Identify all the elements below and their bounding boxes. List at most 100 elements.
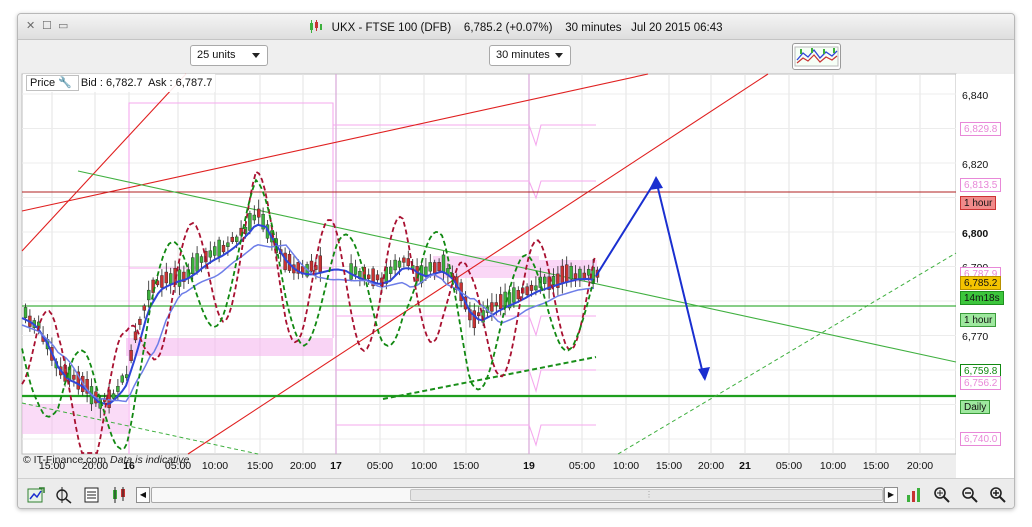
candle-body [234,236,239,242]
chart-type-icon[interactable] [82,485,102,505]
chart-window: ✕ ☐ ▭ UKX - FTSE 100 (DFB) 6,785.2 (+0.0… [17,13,1015,509]
candle-body [195,253,199,272]
interval-select[interactable]: 30 minutes [489,45,571,66]
price-axis-tick: 6,770 [962,331,989,343]
time-scrollbar[interactable]: ⋮ [151,487,884,503]
candle-body [424,266,428,276]
candle-body [177,269,182,287]
units-select[interactable]: 25 units [190,45,268,66]
candle-body [107,389,111,408]
scroll-left-icon: ◀ [139,490,147,499]
bottom-toolbar: ◀ ⋮ ▶ [18,478,1014,508]
candle-body [230,236,235,242]
candle-body [349,263,353,280]
candle-body [138,318,142,325]
cursor-settings-icon[interactable] [54,485,74,505]
drawing-tools-icon[interactable] [26,485,46,505]
candle-body [252,214,257,221]
scroll-grip-icon: ⋮ [645,490,653,499]
candle-body [573,273,578,279]
scroll-right-button[interactable]: ▶ [884,487,898,503]
chevron-down-icon [252,53,260,58]
time-axis-label: 20:00 [906,460,934,472]
candle-body [226,242,230,247]
candle-body [217,239,221,257]
candle-body [142,305,147,311]
time-axis-label: 05:00 [775,460,803,472]
time-axis-label: 05:00 [568,460,596,472]
price-info: Price 🔧 Bid : 6,782.7 Ask : 6,787.7 [23,74,216,92]
candle-body [499,294,503,310]
candle-body [389,266,393,274]
scroll-right-icon: ▶ [887,490,895,499]
price-axis-tick: 6,800 [962,228,989,240]
candle-body [582,272,586,279]
chart-settings-icon[interactable] [904,485,924,505]
wrench-icon: 🔧 [58,77,72,89]
candle-body [565,264,569,283]
time-axis-label: 10:00 [201,460,229,472]
chart-canvas[interactable] [18,73,1015,478]
candle-body [516,290,520,300]
candle-body [406,258,410,266]
candle-body [256,208,261,218]
price-axis-tag: 14m18s [960,290,1004,305]
candle-body [512,287,516,303]
zoom-out-icon[interactable] [960,485,980,505]
time-axis-label: 19 [523,460,535,472]
price-axis-tag: 6,813.5 [960,178,1002,193]
price-axis-tick: 6,840 [962,90,989,102]
time-axis-label: 20:00 [697,460,725,472]
time-axis-label: 05:00 [164,460,192,472]
candle-body [397,260,402,268]
chevron-down-icon [555,53,563,58]
title-bar: ✕ ☐ ▭ UKX - FTSE 100 (DFB) 6,785.2 (+0.0… [18,14,1014,40]
candle-body [248,213,252,231]
price-axis-tag: 6,829.8 [960,122,1002,137]
time-axis-label: 15:00 [655,460,683,472]
scroll-left-button[interactable]: ◀ [136,487,150,503]
candle-body [318,255,322,273]
price-axis-tag: 6,785.2 [960,276,1002,291]
candle-body [164,271,169,284]
auto-zoom-icon[interactable] [932,485,952,505]
candle-body [353,266,358,275]
zoom-in-icon[interactable] [988,485,1008,505]
time-axis-label: 10:00 [612,460,640,472]
time-axis-label: 20:00 [289,460,317,472]
instrument-icon [309,20,323,36]
indicators-icon [794,46,839,67]
time-axis-label: 15:00 [38,460,66,472]
price-axis-tag: Daily [960,400,991,415]
candle-body [551,276,556,285]
candle-body [393,259,397,271]
candlestick-icon[interactable] [110,485,130,505]
candle-body [375,274,380,281]
candle-body [168,273,173,285]
candle-body [490,302,494,312]
candle-body [160,275,164,288]
candle-body [402,257,406,263]
candle-body [428,262,432,272]
time-axis-label: 16 [123,460,135,472]
candle-body [534,285,538,291]
price-axis-tick: 6,820 [962,159,989,171]
time-axis-label: 20:00 [81,460,109,472]
time-axis-label: 15:00 [862,460,890,472]
candle-body [212,246,217,256]
indicators-button[interactable] [792,43,841,70]
window-title: UKX - FTSE 100 (DFB) 6,785.2 (+0.07%) 30… [18,20,1014,36]
candle-body [23,307,28,318]
price-mode-button[interactable]: Price 🔧 [26,75,79,91]
time-axis-label: 15:00 [452,460,480,472]
price-chart[interactable]: Price 🔧 Bid : 6,782.7 Ask : 6,787.7 © IT… [18,73,1015,478]
candle-body [129,350,133,361]
candle-body [309,260,314,272]
candle-body [133,331,138,341]
candle-body [116,386,120,392]
price-axis-tag: 6,756.2 [960,376,1002,391]
time-axis-label: 17 [330,460,342,472]
candle-body [494,302,498,306]
candle-body [441,254,446,273]
toolbar: 25 units 30 minutes [18,40,1014,72]
